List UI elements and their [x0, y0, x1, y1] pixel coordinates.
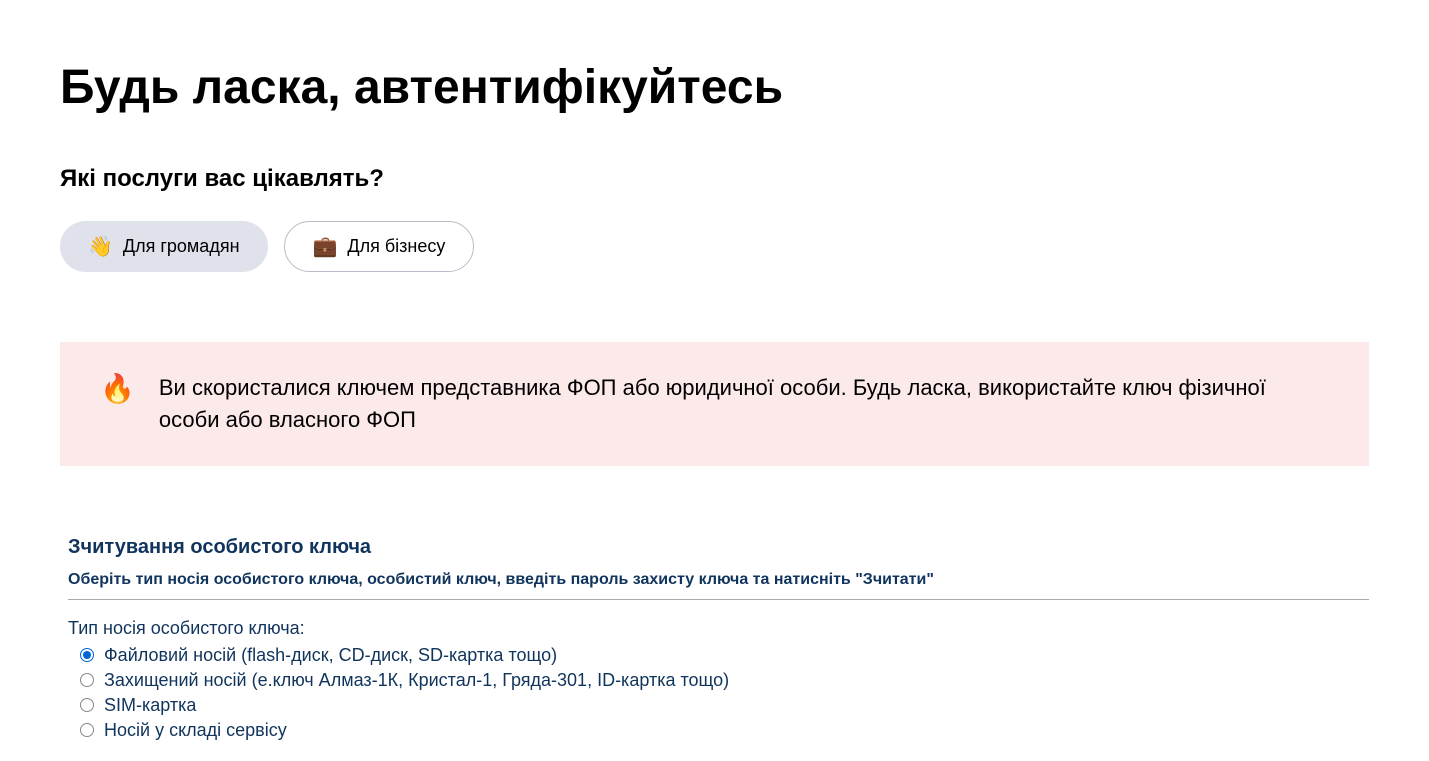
services-subtitle: Які послуги вас цікавлять? [60, 165, 1369, 193]
radio-label: Файловий носій (flash-диск, CD-диск, SD-… [104, 645, 557, 666]
radio-icon [80, 698, 94, 712]
radio-label: Захищений носій (е.ключ Алмаз-1К, Криста… [104, 670, 729, 691]
radio-label: SIM-картка [104, 695, 196, 716]
fire-icon: 🔥 [100, 372, 135, 405]
radio-icon [80, 648, 94, 662]
alert-box: 🔥 Ви скористалися ключем представника ФО… [60, 342, 1369, 466]
business-button-label: Для бізнесу [347, 236, 445, 257]
radio-icon [80, 673, 94, 687]
citizens-button[interactable]: 👋 Для громадян [60, 221, 268, 272]
radio-label: Носій у складі сервісу [104, 720, 287, 741]
radio-icon [80, 723, 94, 737]
page-title: Будь ласка, автентифікуйтесь [60, 60, 1369, 115]
radio-option-sim[interactable]: SIM-картка [80, 695, 1369, 716]
alert-text: Ви скористалися ключем представника ФОП … [159, 372, 1329, 436]
section-divider [68, 599, 1369, 600]
citizens-button-label: Для громадян [123, 236, 240, 257]
business-button[interactable]: 💼 Для бізнесу [284, 221, 475, 272]
service-buttons-group: 👋 Для громадян 💼 Для бізнесу [60, 221, 1369, 272]
key-reading-section: Зчитування особистого ключа Оберіть тип … [60, 536, 1369, 741]
radio-option-file[interactable]: Файловий носій (flash-диск, CD-диск, SD-… [80, 645, 1369, 666]
wave-hand-icon: 👋 [88, 234, 113, 259]
key-section-instruction: Оберіть тип носія особистого ключа, особ… [68, 571, 1369, 589]
media-type-label: Тип носія особистого ключа: [68, 618, 1369, 639]
key-section-title: Зчитування особистого ключа [68, 536, 1369, 559]
radio-option-service[interactable]: Носій у складі сервісу [80, 720, 1369, 741]
radio-option-secure[interactable]: Захищений носій (е.ключ Алмаз-1К, Криста… [80, 670, 1369, 691]
briefcase-icon: 💼 [313, 234, 338, 259]
media-type-radio-group: Файловий носій (flash-диск, CD-диск, SD-… [68, 645, 1369, 741]
